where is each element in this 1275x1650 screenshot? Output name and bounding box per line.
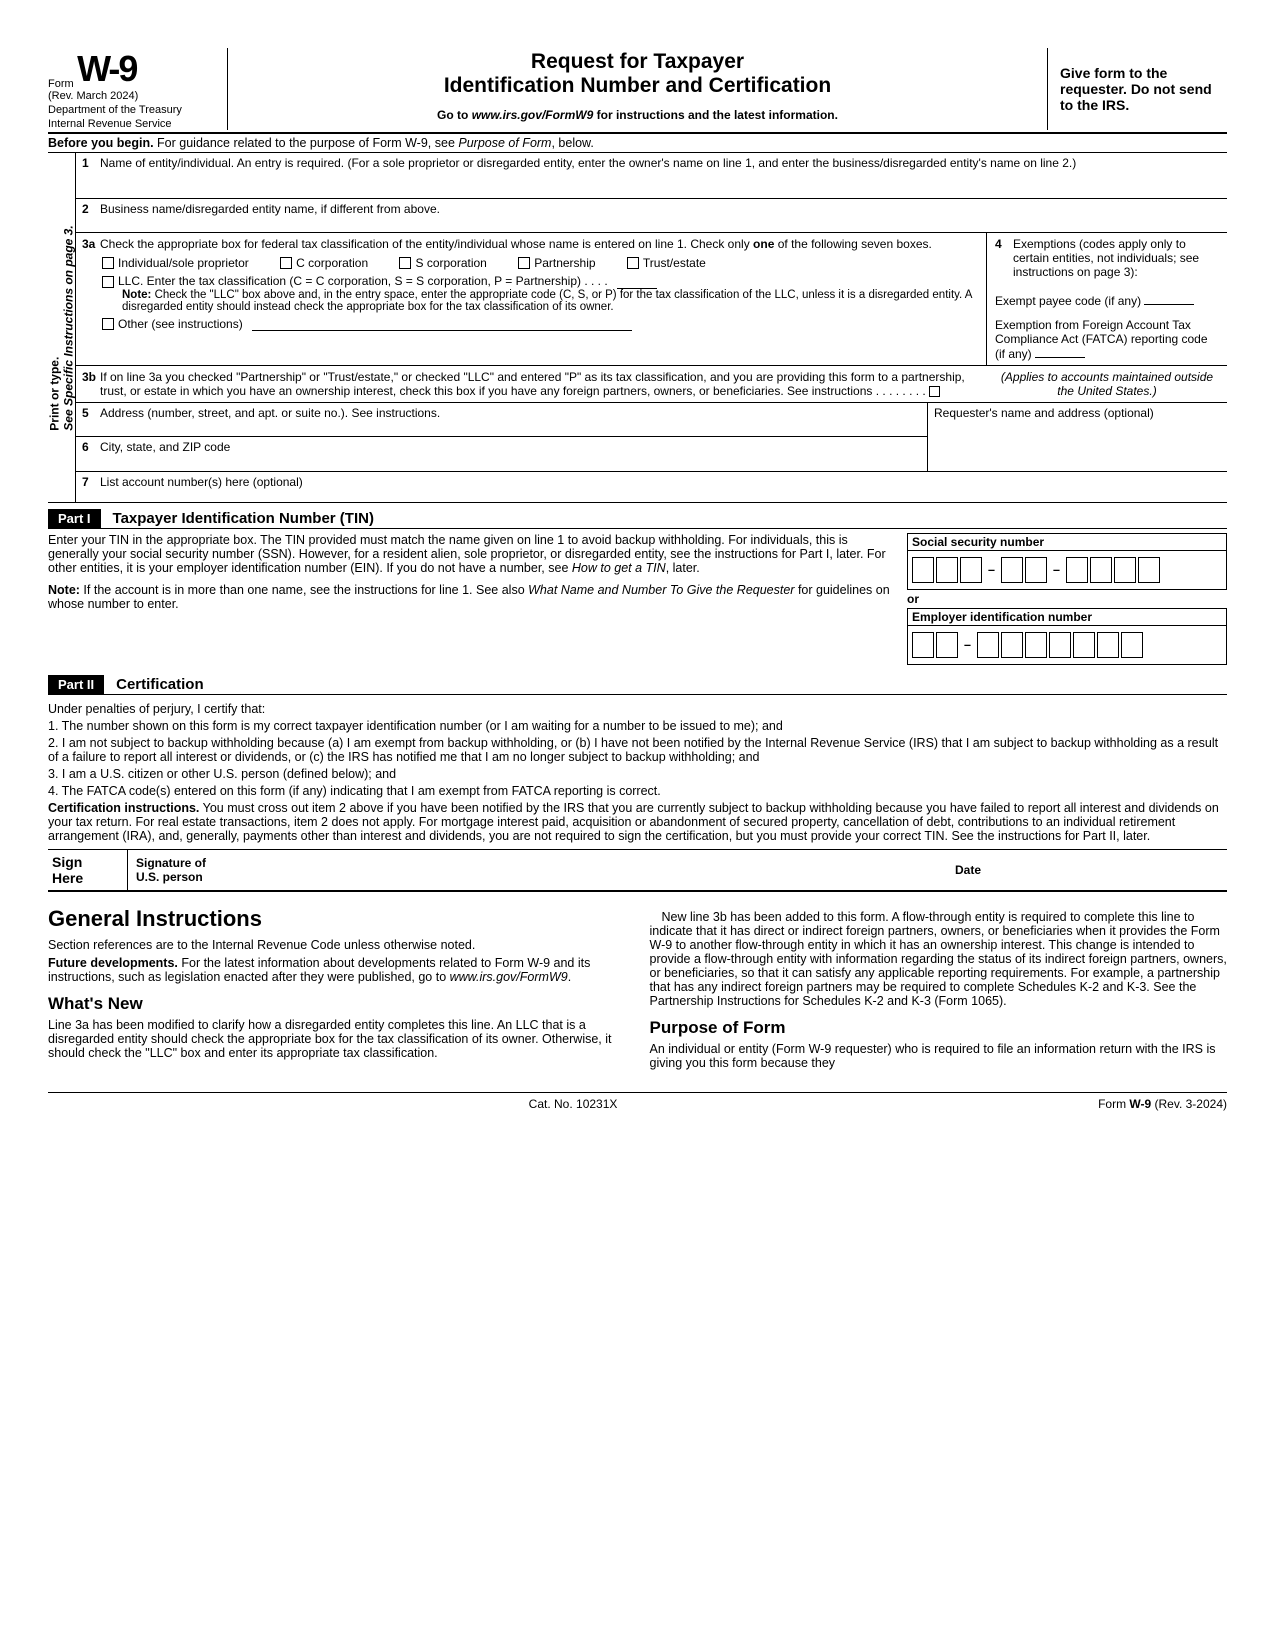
fatca-code-input[interactable] — [1035, 346, 1085, 358]
ssn-input[interactable]: – – — [907, 550, 1227, 590]
goto-link: www.irs.gov/FormW9 — [472, 108, 594, 122]
part-1-header: Part I Taxpayer Identification Number (T… — [48, 509, 1227, 529]
tin-boxes: Social security number – – or Employer i… — [907, 533, 1227, 665]
checkbox-c-corp[interactable] — [280, 257, 292, 269]
certification-body: Under penalties of perjury, I certify th… — [48, 695, 1227, 843]
title-line2: Identification Number and Certification — [240, 74, 1035, 98]
revision: (Rev. March 2024) — [48, 90, 219, 102]
llc-classification-input[interactable] — [617, 275, 657, 289]
line-2-label: Business name/disregarded entity name, i… — [100, 202, 440, 229]
line-3a: 3a Check the appropriate box for federal… — [76, 233, 987, 365]
line-3b: 3b If on line 3a you checked "Partnershi… — [76, 366, 987, 402]
date-field[interactable]: Date — [947, 850, 1227, 890]
requester-address[interactable]: Requester's name and address (optional) — [927, 403, 1227, 471]
line-1-label: Name of entity/individual. An entry is r… — [100, 156, 1076, 195]
part-2-header: Part II Certification — [48, 675, 1227, 695]
title-line1: Request for Taxpayer — [240, 50, 1035, 74]
form-word: Form — [48, 78, 74, 90]
ein-input[interactable]: – — [907, 625, 1227, 665]
line-1[interactable]: 1 Name of entity/individual. An entry is… — [76, 153, 1227, 199]
goto-line: Go to www.irs.gov/FormW9 for instruction… — [240, 108, 1035, 122]
part-1-text: Enter your TIN in the appropriate box. T… — [48, 533, 907, 665]
form-number: W-9 — [77, 48, 136, 90]
form-header: Form W-9 (Rev. March 2024) Department of… — [48, 48, 1227, 134]
checkbox-llc[interactable] — [102, 276, 114, 288]
line-6[interactable]: 6 City, state, and ZIP code — [76, 437, 927, 471]
line-5[interactable]: 5 Address (number, street, and apt. or s… — [76, 403, 927, 437]
header-left: Form W-9 (Rev. March 2024) Department of… — [48, 48, 228, 130]
main-fields: Print or type. See Specific Instructions… — [48, 153, 1227, 503]
header-right: Give form to the requester. Do not send … — [1047, 48, 1227, 130]
exempt-payee-input[interactable] — [1144, 293, 1194, 305]
line-3b-note: (Applies to accounts maintained outside … — [987, 366, 1227, 402]
line-2[interactable]: 2 Business name/disregarded entity name,… — [76, 199, 1227, 233]
vertical-instruction: Print or type. See Specific Instructions… — [48, 153, 76, 502]
line-7[interactable]: 7 List account number(s) here (optional) — [76, 472, 1227, 502]
signature-field[interactable]: Signature ofU.S. person — [128, 850, 947, 890]
other-input[interactable] — [252, 317, 632, 331]
signature-row: SignHere Signature ofU.S. person Date — [48, 849, 1227, 892]
dept-line1: Department of the Treasury — [48, 104, 219, 116]
checkbox-individual[interactable] — [102, 257, 114, 269]
checkbox-s-corp[interactable] — [399, 257, 411, 269]
line-4: 4 Exemptions (codes apply only to certai… — [987, 233, 1227, 365]
checkbox-other[interactable] — [102, 318, 114, 330]
checkbox-3b[interactable] — [929, 386, 940, 397]
page-footer: Cat. No. 10231X Form W-9 (Rev. 3-2024) — [48, 1092, 1227, 1111]
general-instructions: General Instructions Section references … — [48, 906, 1227, 1074]
checkbox-partnership[interactable] — [518, 257, 530, 269]
header-center: Request for Taxpayer Identification Numb… — [228, 48, 1047, 130]
checkbox-trust[interactable] — [627, 257, 639, 269]
before-you-begin: Before you begin. For guidance related t… — [48, 134, 1227, 153]
dept-line2: Internal Revenue Service — [48, 118, 219, 130]
